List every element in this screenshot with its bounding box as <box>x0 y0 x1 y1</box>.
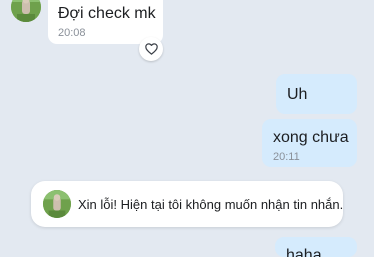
reaction-button[interactable] <box>139 37 163 61</box>
auto-reply-notice: Xin lỗi! Hiện tại tôi không muốn nhận ti… <box>31 181 343 227</box>
contact-avatar[interactable] <box>11 0 41 22</box>
heart-outline-icon <box>144 43 158 55</box>
outgoing-message-time: 20:11 <box>273 151 300 163</box>
outgoing-message-text: haha <box>286 247 322 257</box>
avatar-photo-icon <box>11 0 41 22</box>
outgoing-message-bubble[interactable]: haha <box>275 237 357 257</box>
avatar-photo-icon <box>43 190 71 218</box>
outgoing-message-bubble[interactable]: Uh <box>276 74 357 114</box>
outgoing-message-bubble[interactable]: xong chưa 20:11 <box>262 119 357 167</box>
incoming-message-text: Đợi check mk <box>58 5 156 22</box>
outgoing-message-text: xong chưa <box>273 129 349 146</box>
auto-reply-text: Xin lỗi! Hiện tại tôi không muốn nhận ti… <box>78 197 344 212</box>
incoming-message-time: 20:08 <box>58 27 86 39</box>
outgoing-message-text: Uh <box>287 86 308 103</box>
notice-avatar <box>43 190 71 218</box>
